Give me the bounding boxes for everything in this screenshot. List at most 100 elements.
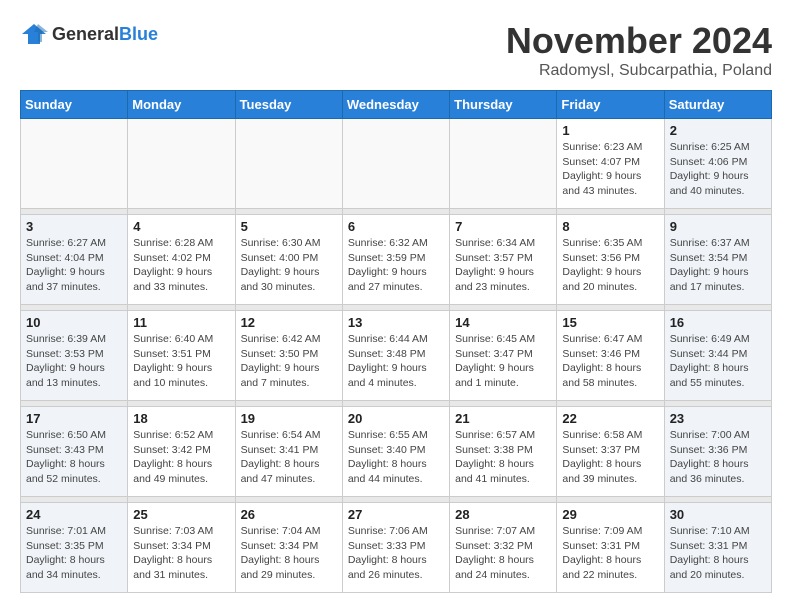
- day-number: 7: [455, 219, 551, 234]
- day-info: Sunrise: 6:39 AM Sunset: 3:53 PM Dayligh…: [26, 332, 122, 391]
- day-number: 11: [133, 315, 229, 330]
- calendar-day-cell: 7 Sunrise: 6:34 AM Sunset: 3:57 PM Daylig…: [450, 215, 557, 305]
- day-info: Sunrise: 7:07 AM Sunset: 3:32 PM Dayligh…: [455, 524, 551, 583]
- calendar-day-cell: 27 Sunrise: 7:06 AM Sunset: 3:33 PM Dayli…: [342, 503, 449, 593]
- logo-general-text: General: [52, 24, 119, 44]
- calendar-day-cell: 26 Sunrise: 7:04 AM Sunset: 3:34 PM Dayli…: [235, 503, 342, 593]
- calendar-day-cell: 14Sunrise: 6:45 AM Sunset: 3:47 PM Dayli…: [450, 311, 557, 401]
- day-info: Sunrise: 6:34 AM Sunset: 3:57 PM Dayligh…: [455, 236, 551, 295]
- calendar-day-cell: 10 Sunrise: 6:39 AM Sunset: 3:53 PM Dayli…: [21, 311, 128, 401]
- col-monday: Monday: [128, 91, 235, 119]
- logo-blue-text: Blue: [119, 24, 158, 44]
- day-number: 29: [562, 507, 658, 522]
- calendar-day-cell: 2 Sunrise: 6:25 AM Sunset: 4:06 PM Daylig…: [664, 119, 771, 209]
- col-thursday: Thursday: [450, 91, 557, 119]
- calendar-day-cell: 28 Sunrise: 7:07 AM Sunset: 3:32 PM Dayli…: [450, 503, 557, 593]
- day-number: 8: [562, 219, 658, 234]
- calendar-day-cell: 30Sunrise: 7:10 AM Sunset: 3:31 PM Dayli…: [664, 503, 771, 593]
- day-number: 21: [455, 411, 551, 426]
- day-info: Sunrise: 6:23 AM Sunset: 4:07 PM Dayligh…: [562, 140, 658, 199]
- calendar-day-cell: 17 Sunrise: 6:50 AM Sunset: 3:43 PM Dayli…: [21, 407, 128, 497]
- day-number: 9: [670, 219, 766, 234]
- calendar-week-row: 10 Sunrise: 6:39 AM Sunset: 3:53 PM Dayli…: [21, 311, 772, 401]
- calendar-day-cell: 15 Sunrise: 6:47 AM Sunset: 3:46 PM Dayli…: [557, 311, 664, 401]
- day-info: Sunrise: 6:55 AM Sunset: 3:40 PM Dayligh…: [348, 428, 444, 487]
- day-info: Sunrise: 6:54 AM Sunset: 3:41 PM Dayligh…: [241, 428, 337, 487]
- day-info: Sunrise: 6:47 AM Sunset: 3:46 PM Dayligh…: [562, 332, 658, 391]
- day-info: Sunrise: 6:57 AM Sunset: 3:38 PM Dayligh…: [455, 428, 551, 487]
- day-number: 1: [562, 123, 658, 138]
- calendar-day-cell: 24 Sunrise: 7:01 AM Sunset: 3:35 PM Dayli…: [21, 503, 128, 593]
- day-number: 18: [133, 411, 229, 426]
- day-info: Sunrise: 6:52 AM Sunset: 3:42 PM Dayligh…: [133, 428, 229, 487]
- calendar-day-cell: 13Sunrise: 6:44 AM Sunset: 3:48 PM Dayli…: [342, 311, 449, 401]
- day-number: 13: [348, 315, 444, 330]
- day-info: Sunrise: 7:01 AM Sunset: 3:35 PM Dayligh…: [26, 524, 122, 583]
- day-info: Sunrise: 6:42 AM Sunset: 3:50 PM Dayligh…: [241, 332, 337, 391]
- calendar-day-cell: [450, 119, 557, 209]
- day-number: 25: [133, 507, 229, 522]
- day-number: 28: [455, 507, 551, 522]
- day-info: Sunrise: 6:37 AM Sunset: 3:54 PM Dayligh…: [670, 236, 766, 295]
- calendar-day-cell: 12 Sunrise: 6:42 AM Sunset: 3:50 PM Dayli…: [235, 311, 342, 401]
- calendar-table: Sunday Monday Tuesday Wednesday Thursday…: [20, 90, 772, 593]
- calendar-day-cell: 18 Sunrise: 6:52 AM Sunset: 3:42 PM Dayli…: [128, 407, 235, 497]
- calendar-day-cell: [235, 119, 342, 209]
- calendar-day-cell: 11 Sunrise: 6:40 AM Sunset: 3:51 PM Dayli…: [128, 311, 235, 401]
- day-info: Sunrise: 6:25 AM Sunset: 4:06 PM Dayligh…: [670, 140, 766, 199]
- day-number: 4: [133, 219, 229, 234]
- calendar-day-cell: 22Sunrise: 6:58 AM Sunset: 3:37 PM Dayli…: [557, 407, 664, 497]
- calendar-week-row: 3Sunrise: 6:27 AM Sunset: 4:04 PM Daylig…: [21, 215, 772, 305]
- day-number: 10: [26, 315, 122, 330]
- calendar-week-row: 24 Sunrise: 7:01 AM Sunset: 3:35 PM Dayli…: [21, 503, 772, 593]
- day-number: 17: [26, 411, 122, 426]
- day-info: Sunrise: 7:04 AM Sunset: 3:34 PM Dayligh…: [241, 524, 337, 583]
- calendar-week-row: 1 Sunrise: 6:23 AM Sunset: 4:07 PM Daylig…: [21, 119, 772, 209]
- day-info: Sunrise: 7:00 AM Sunset: 3:36 PM Dayligh…: [670, 428, 766, 487]
- day-number: 20: [348, 411, 444, 426]
- col-sunday: Sunday: [21, 91, 128, 119]
- day-info: Sunrise: 6:40 AM Sunset: 3:51 PM Dayligh…: [133, 332, 229, 391]
- calendar-day-cell: 20 Sunrise: 6:55 AM Sunset: 3:40 PM Dayli…: [342, 407, 449, 497]
- day-info: Sunrise: 6:35 AM Sunset: 3:56 PM Dayligh…: [562, 236, 658, 295]
- day-info: Sunrise: 6:58 AM Sunset: 3:37 PM Dayligh…: [562, 428, 658, 487]
- day-info: Sunrise: 6:28 AM Sunset: 4:02 PM Dayligh…: [133, 236, 229, 295]
- day-number: 2: [670, 123, 766, 138]
- calendar-day-cell: [342, 119, 449, 209]
- location-subtitle: Radomysl, Subcarpathia, Poland: [506, 62, 772, 80]
- day-info: Sunrise: 7:09 AM Sunset: 3:31 PM Dayligh…: [562, 524, 658, 583]
- month-title: November 2024: [506, 20, 772, 62]
- day-number: 23: [670, 411, 766, 426]
- calendar-day-cell: 8 Sunrise: 6:35 AM Sunset: 3:56 PM Daylig…: [557, 215, 664, 305]
- calendar-day-cell: 9 Sunrise: 6:37 AM Sunset: 3:54 PM Daylig…: [664, 215, 771, 305]
- calendar-day-cell: 21 Sunrise: 6:57 AM Sunset: 3:38 PM Dayli…: [450, 407, 557, 497]
- day-number: 30: [670, 507, 766, 522]
- day-number: 24: [26, 507, 122, 522]
- calendar-header-row: Sunday Monday Tuesday Wednesday Thursday…: [21, 91, 772, 119]
- day-info: Sunrise: 6:30 AM Sunset: 4:00 PM Dayligh…: [241, 236, 337, 295]
- day-number: 14: [455, 315, 551, 330]
- calendar-day-cell: 5 Sunrise: 6:30 AM Sunset: 4:00 PM Daylig…: [235, 215, 342, 305]
- col-friday: Friday: [557, 91, 664, 119]
- day-number: 12: [241, 315, 337, 330]
- day-number: 27: [348, 507, 444, 522]
- day-number: 26: [241, 507, 337, 522]
- calendar-day-cell: 29 Sunrise: 7:09 AM Sunset: 3:31 PM Dayli…: [557, 503, 664, 593]
- day-info: Sunrise: 6:32 AM Sunset: 3:59 PM Dayligh…: [348, 236, 444, 295]
- day-number: 5: [241, 219, 337, 234]
- calendar-day-cell: 25Sunrise: 7:03 AM Sunset: 3:34 PM Dayli…: [128, 503, 235, 593]
- day-number: 15: [562, 315, 658, 330]
- calendar-day-cell: 1 Sunrise: 6:23 AM Sunset: 4:07 PM Daylig…: [557, 119, 664, 209]
- calendar-day-cell: 6Sunrise: 6:32 AM Sunset: 3:59 PM Daylig…: [342, 215, 449, 305]
- day-number: 19: [241, 411, 337, 426]
- logo: GeneralBlue: [20, 20, 158, 48]
- calendar-day-cell: 19 Sunrise: 6:54 AM Sunset: 3:41 PM Dayli…: [235, 407, 342, 497]
- day-number: 16: [670, 315, 766, 330]
- calendar-day-cell: [21, 119, 128, 209]
- day-info: Sunrise: 7:06 AM Sunset: 3:33 PM Dayligh…: [348, 524, 444, 583]
- calendar-day-cell: 3Sunrise: 6:27 AM Sunset: 4:04 PM Daylig…: [21, 215, 128, 305]
- col-tuesday: Tuesday: [235, 91, 342, 119]
- calendar-day-cell: 23 Sunrise: 7:00 AM Sunset: 3:36 PM Dayli…: [664, 407, 771, 497]
- day-info: Sunrise: 6:49 AM Sunset: 3:44 PM Dayligh…: [670, 332, 766, 391]
- day-info: Sunrise: 6:50 AM Sunset: 3:43 PM Dayligh…: [26, 428, 122, 487]
